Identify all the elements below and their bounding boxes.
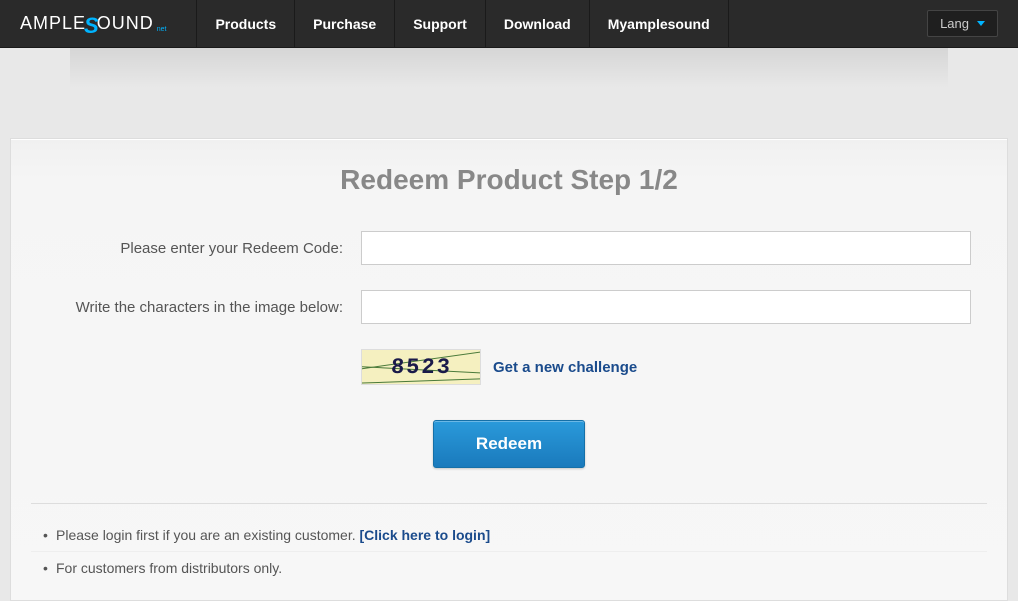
lang-button[interactable]: Lang — [927, 10, 998, 37]
nav-products[interactable]: Products — [196, 0, 294, 48]
note-login: Please login first if you are an existin… — [31, 519, 987, 552]
note-distributor: For customers from distributors only. — [31, 552, 987, 584]
redeem-button[interactable]: Redeem — [433, 420, 585, 468]
redeem-code-label: Please enter your Redeem Code: — [31, 240, 361, 257]
navbar: AMPLE S OUND net Products Purchase Suppo… — [0, 0, 1018, 48]
captcha-label: Write the characters in the image below: — [31, 299, 361, 316]
note-login-prefix: Please login first if you are an existin… — [56, 527, 359, 543]
page-title: Redeem Product Step 1/2 — [31, 164, 987, 196]
nav-download[interactable]: Download — [485, 0, 589, 48]
redeem-code-row: Please enter your Redeem Code: — [31, 231, 987, 265]
logo[interactable]: AMPLE S OUND net — [20, 11, 166, 37]
captcha-image-row: 8523 Get a new challenge — [361, 349, 987, 385]
redeem-code-input[interactable] — [361, 231, 971, 265]
main-container: Redeem Product Step 1/2 Please enter you… — [10, 138, 1008, 601]
nav-myamplesound[interactable]: Myamplesound — [589, 0, 729, 48]
chevron-down-icon — [977, 21, 985, 26]
nav-purchase[interactable]: Purchase — [294, 0, 394, 48]
logo-text-prefix: AMPLE — [20, 13, 86, 34]
logo-s-icon: S — [84, 13, 99, 39]
nav-links: Products Purchase Support Download Myamp… — [196, 0, 728, 48]
lang-label: Lang — [940, 16, 969, 31]
shadow-decoration — [70, 48, 948, 88]
nav-support[interactable]: Support — [394, 0, 485, 48]
captcha-input[interactable] — [361, 290, 971, 324]
captcha-image-text: 8523 — [390, 355, 452, 380]
captcha-image: 8523 — [361, 349, 481, 385]
new-challenge-link[interactable]: Get a new challenge — [493, 359, 637, 376]
login-link[interactable]: [Click here to login] — [359, 527, 490, 543]
captcha-input-row: Write the characters in the image below: — [31, 290, 987, 324]
logo-text-suffix: OUND — [97, 13, 154, 34]
notes-section: Please login first if you are an existin… — [31, 503, 987, 585]
logo-sub: net — [157, 26, 167, 33]
